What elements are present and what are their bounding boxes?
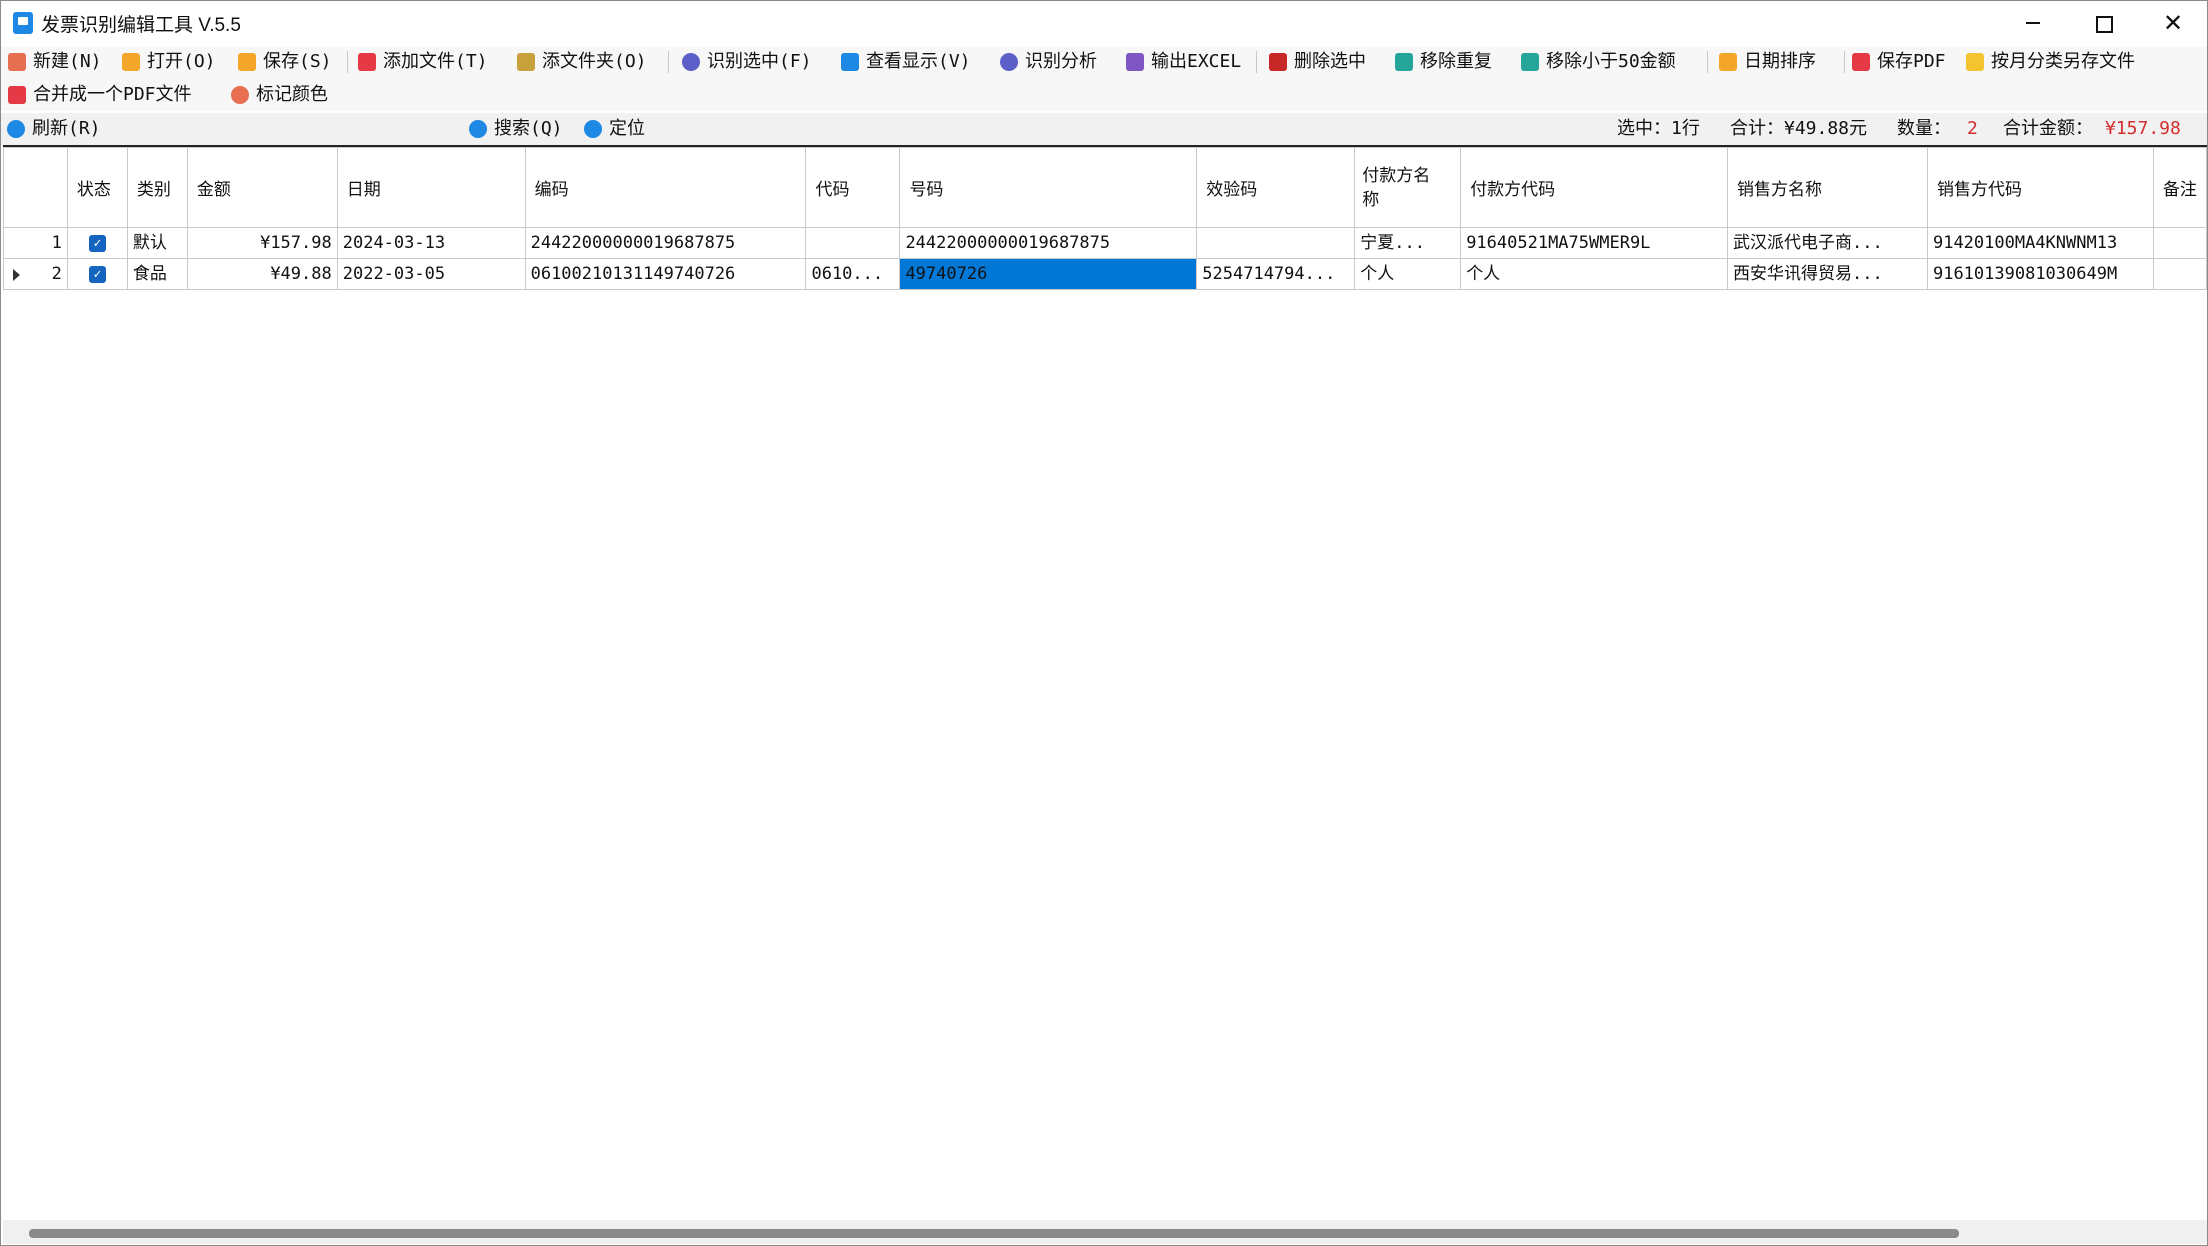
table-row[interactable]: 1 ✓ 默认 ¥157.98 2024-03-13 24422000000019…	[3, 227, 2208, 259]
list-view-icon	[841, 53, 859, 71]
status-checkbox-cell[interactable]: ✓	[66, 258, 128, 290]
column-header-code-full[interactable]: 编码	[524, 147, 807, 228]
folder-month-icon	[1966, 53, 1984, 71]
scrollbar-thumb[interactable]	[29, 1229, 1959, 1238]
column-header-seller-name[interactable]: 销售方名称	[1727, 147, 1928, 228]
maximize-icon	[2096, 16, 2113, 33]
column-header-note[interactable]: 备注	[2152, 147, 2208, 228]
amount-cell[interactable]: ¥49.88	[186, 258, 338, 290]
title-bar: 发票识别编辑工具 V.5.5 ✕	[1, 1, 2207, 45]
check-code-cell[interactable]	[1196, 227, 1356, 259]
folder-add-icon	[517, 53, 535, 71]
app-window: 发票识别编辑工具 V.5.5 ✕ 新建(N) 打开(O) 保存(S) 添加文件(…	[0, 0, 2208, 1246]
column-header-payer-code[interactable]: 付款方代码	[1460, 147, 1729, 228]
save-icon	[238, 53, 256, 71]
date-cell[interactable]: 2024-03-13	[336, 227, 526, 259]
payer-code-cell[interactable]: 91640521MA75WMER9L	[1460, 227, 1729, 259]
toolbar-divider	[1707, 51, 1708, 73]
current-row-arrow-icon	[13, 269, 20, 281]
refresh-icon	[7, 120, 25, 138]
pdf-merge-icon	[8, 86, 26, 104]
toolbar: 新建(N) 打开(O) 保存(S) 添加文件(T) 添文件夹(O) 识别选中(F…	[1, 47, 2207, 111]
remove-duplicate-icon	[1395, 53, 1413, 71]
minimize-button[interactable]	[1998, 1, 2068, 45]
analyze-icon	[1000, 53, 1018, 71]
category-cell[interactable]: 食品	[126, 258, 188, 290]
horizontal-scrollbar[interactable]	[3, 1220, 2207, 1244]
code-full-cell[interactable]: 06100210131149740726	[524, 258, 807, 290]
seller-name-cell[interactable]: 西安华讯得贸易...	[1727, 258, 1928, 290]
code-cell[interactable]: 0610...	[805, 258, 901, 290]
new-doc-icon	[8, 53, 26, 71]
app-icon	[13, 12, 33, 34]
count-status: 数量： 2	[1897, 118, 1978, 139]
note-cell[interactable]	[2152, 258, 2208, 290]
seller-code-cell[interactable]: 91420100MA4KNWNM13	[1926, 227, 2154, 259]
toolbar-divider	[668, 51, 669, 73]
column-header-category[interactable]: 类别	[126, 147, 188, 228]
seller-code-cell[interactable]: 91610139081030649M	[1926, 258, 2154, 290]
selected-rows-status: 选中：1行	[1617, 118, 1700, 139]
number-cell-selected[interactable]: 49740726	[899, 258, 1198, 290]
invoice-table: 状态 类别 金额 日期 编码 代码 号码 效验码 付款方名称 付款方代码 销售方…	[3, 147, 2208, 290]
pdf-add-icon	[358, 53, 376, 71]
selected-sum-status: 合计：¥49.88元	[1730, 118, 1868, 139]
maximize-button[interactable]	[2068, 1, 2138, 45]
close-button[interactable]: ✕	[2138, 1, 2208, 45]
payer-name-cell[interactable]: 宁夏...	[1354, 227, 1462, 259]
toolbar-divider	[1844, 51, 1845, 73]
seller-name-cell[interactable]: 武汉派代电子商...	[1727, 227, 1928, 259]
column-header-date[interactable]: 日期	[336, 147, 526, 228]
date-cell[interactable]: 2022-03-05	[336, 258, 526, 290]
save-pdf-icon	[1852, 53, 1870, 71]
search-icon	[469, 120, 487, 138]
column-header-seller-code[interactable]: 销售方代码	[1926, 147, 2154, 228]
window-title: 发票识别编辑工具 V.5.5	[41, 15, 241, 36]
table-header-row: 状态 类别 金额 日期 编码 代码 号码 效验码 付款方名称 付款方代码 销售方…	[3, 147, 2208, 228]
checkbox[interactable]: ✓	[88, 265, 106, 283]
column-header-payer-name[interactable]: 付款方名称	[1354, 147, 1462, 228]
row-number[interactable]: 2	[3, 258, 68, 290]
column-header-number[interactable]: 号码	[899, 147, 1198, 228]
total-amount-status: 合计金额： ¥157.98	[2003, 118, 2181, 139]
date-sort-icon	[1719, 53, 1737, 71]
column-header-code[interactable]: 代码	[805, 147, 901, 228]
note-cell[interactable]	[2152, 227, 2208, 259]
toolbar-divider	[1256, 51, 1257, 73]
table-row[interactable]: 2 ✓ 食品 ¥49.88 2022-03-05 061002101311497…	[3, 258, 2208, 290]
minimize-icon	[2026, 22, 2040, 24]
action-bar: 刷新(R) 搜索(Q) 定位 选中：1行 合计：¥49.88元 数量： 2 合计金…	[1, 113, 2207, 145]
toolbar-divider	[347, 51, 348, 73]
category-cell[interactable]: 默认	[126, 227, 188, 259]
amount-cell[interactable]: ¥157.98	[186, 227, 338, 259]
column-header-rownum	[3, 147, 68, 228]
column-header-check-code[interactable]: 效验码	[1196, 147, 1356, 228]
remove-small-icon	[1521, 53, 1539, 71]
checkbox[interactable]: ✓	[88, 234, 106, 252]
close-icon: ✕	[2162, 9, 2184, 37]
row-number[interactable]: 1	[3, 227, 68, 259]
column-header-amount[interactable]: 金额	[186, 147, 338, 228]
payer-name-cell[interactable]: 个人	[1354, 258, 1462, 290]
number-cell[interactable]: 24422000000019687875	[899, 227, 1198, 259]
excel-export-icon	[1126, 53, 1144, 71]
check-code-cell[interactable]: 5254714794...	[1196, 258, 1356, 290]
column-header-status[interactable]: 状态	[66, 147, 128, 228]
recognize-icon	[682, 53, 700, 71]
status-checkbox-cell[interactable]: ✓	[66, 227, 128, 259]
code-full-cell[interactable]: 24422000000019687875	[524, 227, 807, 259]
palette-icon	[231, 86, 249, 104]
trash-icon	[1269, 53, 1287, 71]
invoice-grid[interactable]: 状态 类别 金额 日期 编码 代码 号码 效验码 付款方名称 付款方代码 销售方…	[3, 145, 2208, 1220]
folder-open-icon	[122, 53, 140, 71]
code-cell[interactable]	[805, 227, 901, 259]
payer-code-cell[interactable]: 个人	[1460, 258, 1729, 290]
location-pin-icon	[584, 120, 602, 138]
